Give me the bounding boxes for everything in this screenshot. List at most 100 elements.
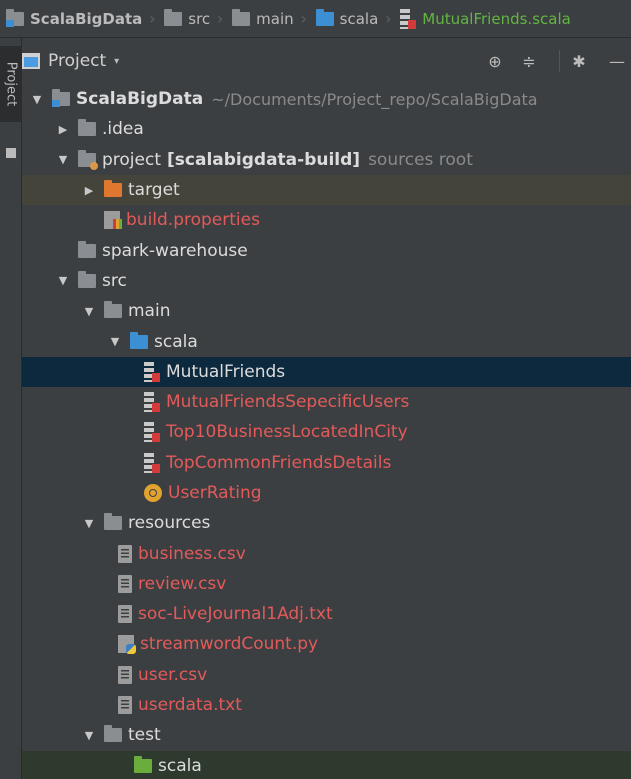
hide-icon[interactable]: — [606, 50, 628, 72]
scala-file-icon [144, 422, 160, 443]
tree-item-mutual-specific[interactable]: MutualFriendsSepecificUsers [22, 387, 631, 417]
text-file-icon [118, 605, 132, 624]
tree-item-label: TopCommonFriendsDetails [166, 452, 392, 473]
tree-item-soc-live[interactable]: soc-LiveJournal1Adj.txt [22, 599, 631, 629]
scala-file-icon [400, 8, 417, 29]
breadcrumb-scala-label: scala [339, 9, 379, 28]
tree-item-label: spark-warehouse [102, 240, 248, 261]
collapsed-arrow-icon[interactable]: ▶ [56, 123, 70, 136]
tree-item-main[interactable]: ▼ main [22, 296, 631, 326]
chevron-down-icon[interactable]: ▾ [114, 56, 119, 67]
project-tool-window-header: Project ▾ ⊕ ≑ ✱ — [22, 38, 631, 84]
tree-item-label: test [128, 725, 161, 746]
tree-item-top-common[interactable]: TopCommonFriendsDetails [22, 448, 631, 478]
tree-item-label: target [128, 180, 180, 201]
text-file-icon [118, 544, 132, 563]
expanded-arrow-icon[interactable]: ▼ [56, 153, 70, 166]
tree-item-label: streamwordCount.py [140, 634, 319, 655]
chevron-right-icon: › [300, 9, 307, 28]
navigation-breadcrumb: ScalaBigData › src › main › scala › Mutu… [0, 0, 631, 38]
tree-item-build-properties[interactable]: build.properties [22, 205, 631, 235]
tree-item-label: business.csv [138, 543, 246, 564]
tree-item-business-csv[interactable]: business.csv [22, 538, 631, 568]
source-folder-icon [130, 331, 148, 349]
tree-item-label: ScalaBigData [76, 89, 204, 110]
project-tool-tab[interactable]: Project [0, 46, 22, 122]
expanded-arrow-icon[interactable]: ▼ [108, 335, 122, 348]
tree-item-resources[interactable]: ▼ resources [22, 508, 631, 538]
chevron-right-icon: › [216, 9, 224, 28]
breadcrumb-project[interactable]: ScalaBigData [0, 0, 146, 37]
expanded-arrow-icon[interactable]: ▼ [82, 305, 96, 318]
collapse-all-icon[interactable]: ≑ [518, 50, 540, 72]
source-folder-icon [315, 8, 334, 26]
tree-item-user-csv[interactable]: user.csv [22, 660, 631, 690]
locate-file-icon[interactable]: ⊕ [484, 50, 506, 72]
tree-item-label: .idea [102, 119, 144, 140]
tree-item-top10[interactable]: Top10BusinessLocatedInCity [22, 417, 631, 447]
python-file-icon [118, 635, 136, 655]
folder-icon [164, 8, 183, 26]
structure-icon[interactable] [6, 148, 16, 158]
tree-item-user-rating[interactable]: UserRating [22, 478, 631, 508]
folder-icon [104, 725, 122, 743]
breadcrumb-file[interactable]: MutualFriends.scala [394, 0, 575, 37]
excluded-folder-icon [104, 180, 122, 198]
tree-item-spark-warehouse[interactable]: spark-warehouse [22, 235, 631, 265]
tree-item-src[interactable]: ▼ src [22, 266, 631, 296]
header-divider [559, 50, 560, 72]
scala-file-icon [144, 392, 160, 413]
collapsed-arrow-icon[interactable]: ▶ [82, 184, 96, 197]
tree-item-review-csv[interactable]: review.csv [22, 569, 631, 599]
tree-item-label: userdata.txt [138, 695, 242, 716]
text-file-icon [118, 696, 132, 715]
tree-item-stream-py[interactable]: streamwordCount.py [22, 629, 631, 659]
breadcrumb-src[interactable]: src [158, 0, 214, 37]
tree-item-test[interactable]: ▼ test [22, 720, 631, 750]
expanded-arrow-icon[interactable]: ▼ [30, 93, 44, 106]
folder-icon [232, 8, 251, 26]
tree-item-label: MutualFriendsSepecificUsers [166, 392, 410, 413]
breadcrumb-scala[interactable]: scala [310, 0, 383, 37]
breadcrumb-main[interactable]: main [226, 0, 297, 37]
gear-icon[interactable]: ✱ [568, 50, 590, 72]
tree-item-project[interactable]: ▼ project [scalabigdata-build] sources r… [22, 145, 631, 175]
module-folder-icon [6, 8, 24, 27]
tree-item-label: soc-LiveJournal1Adj.txt [138, 604, 333, 625]
tree-item-label: build.properties [126, 210, 260, 231]
tree-item-test-scala[interactable]: scala [22, 750, 631, 779]
chevron-right-icon: › [149, 9, 156, 28]
tree-item-userdata-txt[interactable]: userdata.txt [22, 690, 631, 720]
project-view-selector[interactable]: Project [48, 51, 106, 71]
module-folder-icon [52, 89, 70, 108]
chevron-right-icon: › [385, 9, 392, 28]
project-tree: ▼ ScalaBigData ~/Documents/Project_repo/… [22, 84, 631, 779]
tree-item-mutual-friends[interactable]: MutualFriends [22, 356, 631, 387]
expanded-arrow-icon[interactable]: ▼ [82, 729, 96, 742]
resources-folder-icon [104, 513, 122, 531]
expanded-arrow-icon[interactable]: ▼ [56, 274, 70, 287]
tree-item-target[interactable]: ▶ target [22, 174, 631, 206]
tree-item-scala[interactable]: ▼ scala [22, 326, 631, 356]
folder-icon [104, 301, 122, 319]
tree-item-label: src [102, 270, 127, 291]
tree-item-label: project [102, 149, 162, 170]
tree-item-label: review.csv [138, 573, 227, 594]
tree-item-label: UserRating [168, 483, 262, 503]
folder-icon [78, 240, 96, 258]
scala-file-icon [144, 452, 160, 473]
folder-icon [78, 270, 96, 288]
tree-item-root[interactable]: ▼ ScalaBigData ~/Documents/Project_repo/… [22, 84, 631, 114]
expanded-arrow-icon[interactable]: ▼ [82, 517, 96, 530]
properties-file-icon [104, 211, 122, 230]
tree-item-label: Top10BusinessLocatedInCity [166, 422, 408, 443]
tree-item-idea[interactable]: ▶ .idea [22, 114, 631, 144]
breadcrumb-project-label: ScalaBigData [30, 9, 143, 28]
tree-item-label: main [128, 301, 171, 322]
project-tool-tab-label: Project [3, 61, 19, 107]
tree-item-label: user.csv [138, 664, 208, 685]
scala-file-icon [144, 361, 160, 382]
tree-item-path: ~/Documents/Project_repo/ScalaBigData [211, 89, 538, 109]
tree-item-label: MutualFriends [166, 361, 286, 382]
project-view-icon [22, 53, 40, 69]
